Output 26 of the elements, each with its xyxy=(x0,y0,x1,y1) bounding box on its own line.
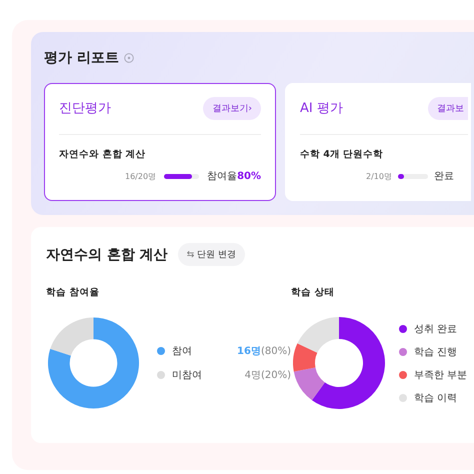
legend-label: 학습 이력 xyxy=(414,392,458,404)
panel-title: 평가 리포트 xyxy=(44,49,119,67)
subject-label: 수학 4개 단원수학 xyxy=(300,148,384,161)
card-title: 진단평가 xyxy=(59,100,111,117)
section-title: 학습 상태 xyxy=(291,286,336,299)
section-title: 학습 참여율 xyxy=(46,286,100,299)
count-label: 2/10명 xyxy=(366,170,392,182)
evaluation-card[interactable]: AI 평가 결과보 수학 4개 단원수학 2/10명 완료 xyxy=(285,83,471,201)
legend-label: 성취 완료 xyxy=(414,322,458,336)
subject-label: 자연수와 혼합 계산 xyxy=(59,148,147,161)
legend-label: 부족한 부분 xyxy=(414,368,468,382)
legend-label: 참여 xyxy=(172,345,193,358)
count-label: 16/20명 xyxy=(125,170,156,182)
card-title: AI 평가 xyxy=(300,100,343,117)
legend-label: 학습 진행 xyxy=(414,346,458,358)
legend-value: 4명(20%) xyxy=(244,369,291,382)
legend-label: 미참여 xyxy=(172,369,203,382)
rate-label: 참여율80% xyxy=(207,170,261,183)
change-unit-button[interactable]: ⇆ 단원 변경 xyxy=(178,243,246,266)
legend-value: 16명(80%) xyxy=(236,345,291,358)
unit-title: 자연수의 혼합 계산 xyxy=(46,246,168,264)
evaluation-card[interactable]: 진단평가 결과보기› 자연수와 혼합 계산 16/20명 참여율80% xyxy=(44,83,276,201)
help-icon[interactable] xyxy=(124,53,134,63)
view-results-button[interactable]: 결과보기› xyxy=(203,96,261,120)
rate-label: 완료 xyxy=(434,170,454,183)
view-results-button[interactable]: 결과보 xyxy=(428,96,468,120)
